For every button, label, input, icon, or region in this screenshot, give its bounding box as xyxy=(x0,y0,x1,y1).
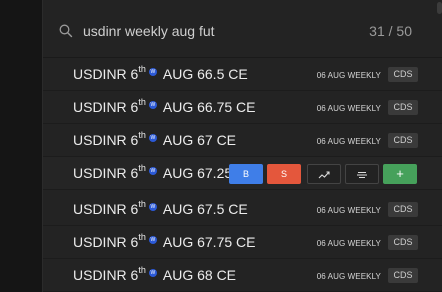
weekly-badge: W xyxy=(148,167,157,176)
exchange-badge: CDS xyxy=(388,67,418,82)
background-strip xyxy=(0,0,42,292)
weekly-badge: W xyxy=(148,134,157,143)
add-to-watchlist-button[interactable]: + xyxy=(383,164,417,184)
symbol-detail: AUG 66.5 CE xyxy=(162,66,248,82)
instrument-symbol: USDINR 6th W AUG 67.5 CE xyxy=(73,199,248,217)
search-icon xyxy=(59,24,73,38)
instrument-symbol: USDINR 6th W AUG 66.5 CE xyxy=(73,64,248,82)
symbol-detail: AUG 67.5 CE xyxy=(162,201,248,217)
search-input[interactable] xyxy=(83,20,353,42)
ordinal-suffix: th xyxy=(138,130,146,140)
symbol-root: USDINR 6th xyxy=(73,232,146,250)
instrument-symbol: USDINR 6th W AUG 66.75 CE xyxy=(73,97,256,115)
symbol-root: USDINR 6th xyxy=(73,97,146,115)
result-row[interactable]: USDINR 6th W AUG 66.75 CE 06 AUG WEEKLY CD… xyxy=(43,91,442,124)
result-row[interactable]: USDINR 6th W AUG 68 CE 06 AUG WEEKLY CDS xyxy=(43,259,442,292)
instrument-search-panel: 31 / 50 USDINR 6thWAUG 66.5 CE 06 AUG WE… xyxy=(42,0,442,292)
instrument-symbol: USDINR 6th W AUG 67.75 CE xyxy=(73,232,256,250)
symbol-detail: AUG 68 CE xyxy=(162,267,237,283)
weekly-badge: W xyxy=(148,236,157,245)
symbol-detail: AUG 66.75 CE xyxy=(162,99,256,115)
result-row-hovered[interactable]: USDINR 6th W AUG 67.25 CE B S + xyxy=(43,157,442,190)
result-row[interactable]: USDINR 6th W AUG 67 CE 06 AUG WEEKLY CDS xyxy=(43,124,442,157)
weekly-badge: W xyxy=(148,68,157,77)
symbol-detail: AUG 67.75 CE xyxy=(162,234,256,250)
exchange-badge: CDS xyxy=(388,202,418,217)
symbol-root: USDINR 6th xyxy=(73,64,146,82)
instrument-symbol: USDINR 6th W AUG 67 CE xyxy=(73,130,237,148)
symbol-root: USDINR 6th xyxy=(73,265,146,283)
weekly-badge: W xyxy=(148,269,157,278)
trend-chart-icon xyxy=(318,171,330,179)
expiry-label: 06 AUG WEEKLY xyxy=(316,239,381,248)
chart-button[interactable] xyxy=(307,164,341,184)
ordinal-suffix: th xyxy=(138,199,146,209)
expiry-label: 06 AUG WEEKLY xyxy=(316,272,381,281)
ordinal-suffix: th xyxy=(138,265,146,275)
ordinal-suffix: th xyxy=(138,232,146,242)
exchange-badge: CDS xyxy=(388,100,418,115)
exchange-badge: CDS xyxy=(388,235,418,250)
result-row[interactable]: USDINR 6th W AUG 67.75 CE 06 AUG WEEKLY CD… xyxy=(43,226,442,259)
ordinal-suffix: th xyxy=(138,163,146,173)
instrument-symbol: USDINR 6th W AUG 68 CE xyxy=(73,265,237,283)
buy-button[interactable]: B xyxy=(229,164,263,184)
result-row[interactable]: USDINR 6th W AUG 67.5 CE 06 AUG WEEKLY CDS xyxy=(43,193,442,226)
expiry-label: 06 AUG WEEKLY xyxy=(316,104,381,113)
expiry-label: 06 AUG WEEKLY xyxy=(316,206,381,215)
ordinal-suffix: th xyxy=(138,97,146,107)
symbol-root: USDINR 6th xyxy=(73,163,146,181)
weekly-badge: W xyxy=(148,203,157,212)
expiry-label: 06 AUG WEEKLY xyxy=(316,137,381,146)
symbol-detail: AUG 67 CE xyxy=(162,132,237,148)
search-bar: 31 / 50 xyxy=(43,0,442,58)
sell-button[interactable]: S xyxy=(267,164,301,184)
market-depth-icon xyxy=(357,172,367,178)
weekly-badge: W xyxy=(148,101,157,110)
symbol-root: USDINR 6th xyxy=(73,130,146,148)
result-counter: 31 / 50 xyxy=(369,23,412,39)
expiry-label: 06 AUG WEEKLY xyxy=(316,71,381,80)
exchange-badge: CDS xyxy=(388,268,418,283)
ordinal-suffix: th xyxy=(138,64,146,74)
market-depth-button[interactable] xyxy=(345,164,379,184)
symbol-root: USDINR 6th xyxy=(73,199,146,217)
result-row[interactable]: USDINR 6th W AUG 66.5 CE 06 AUG WEEKLY CDS xyxy=(43,58,442,91)
exchange-badge: CDS xyxy=(388,133,418,148)
